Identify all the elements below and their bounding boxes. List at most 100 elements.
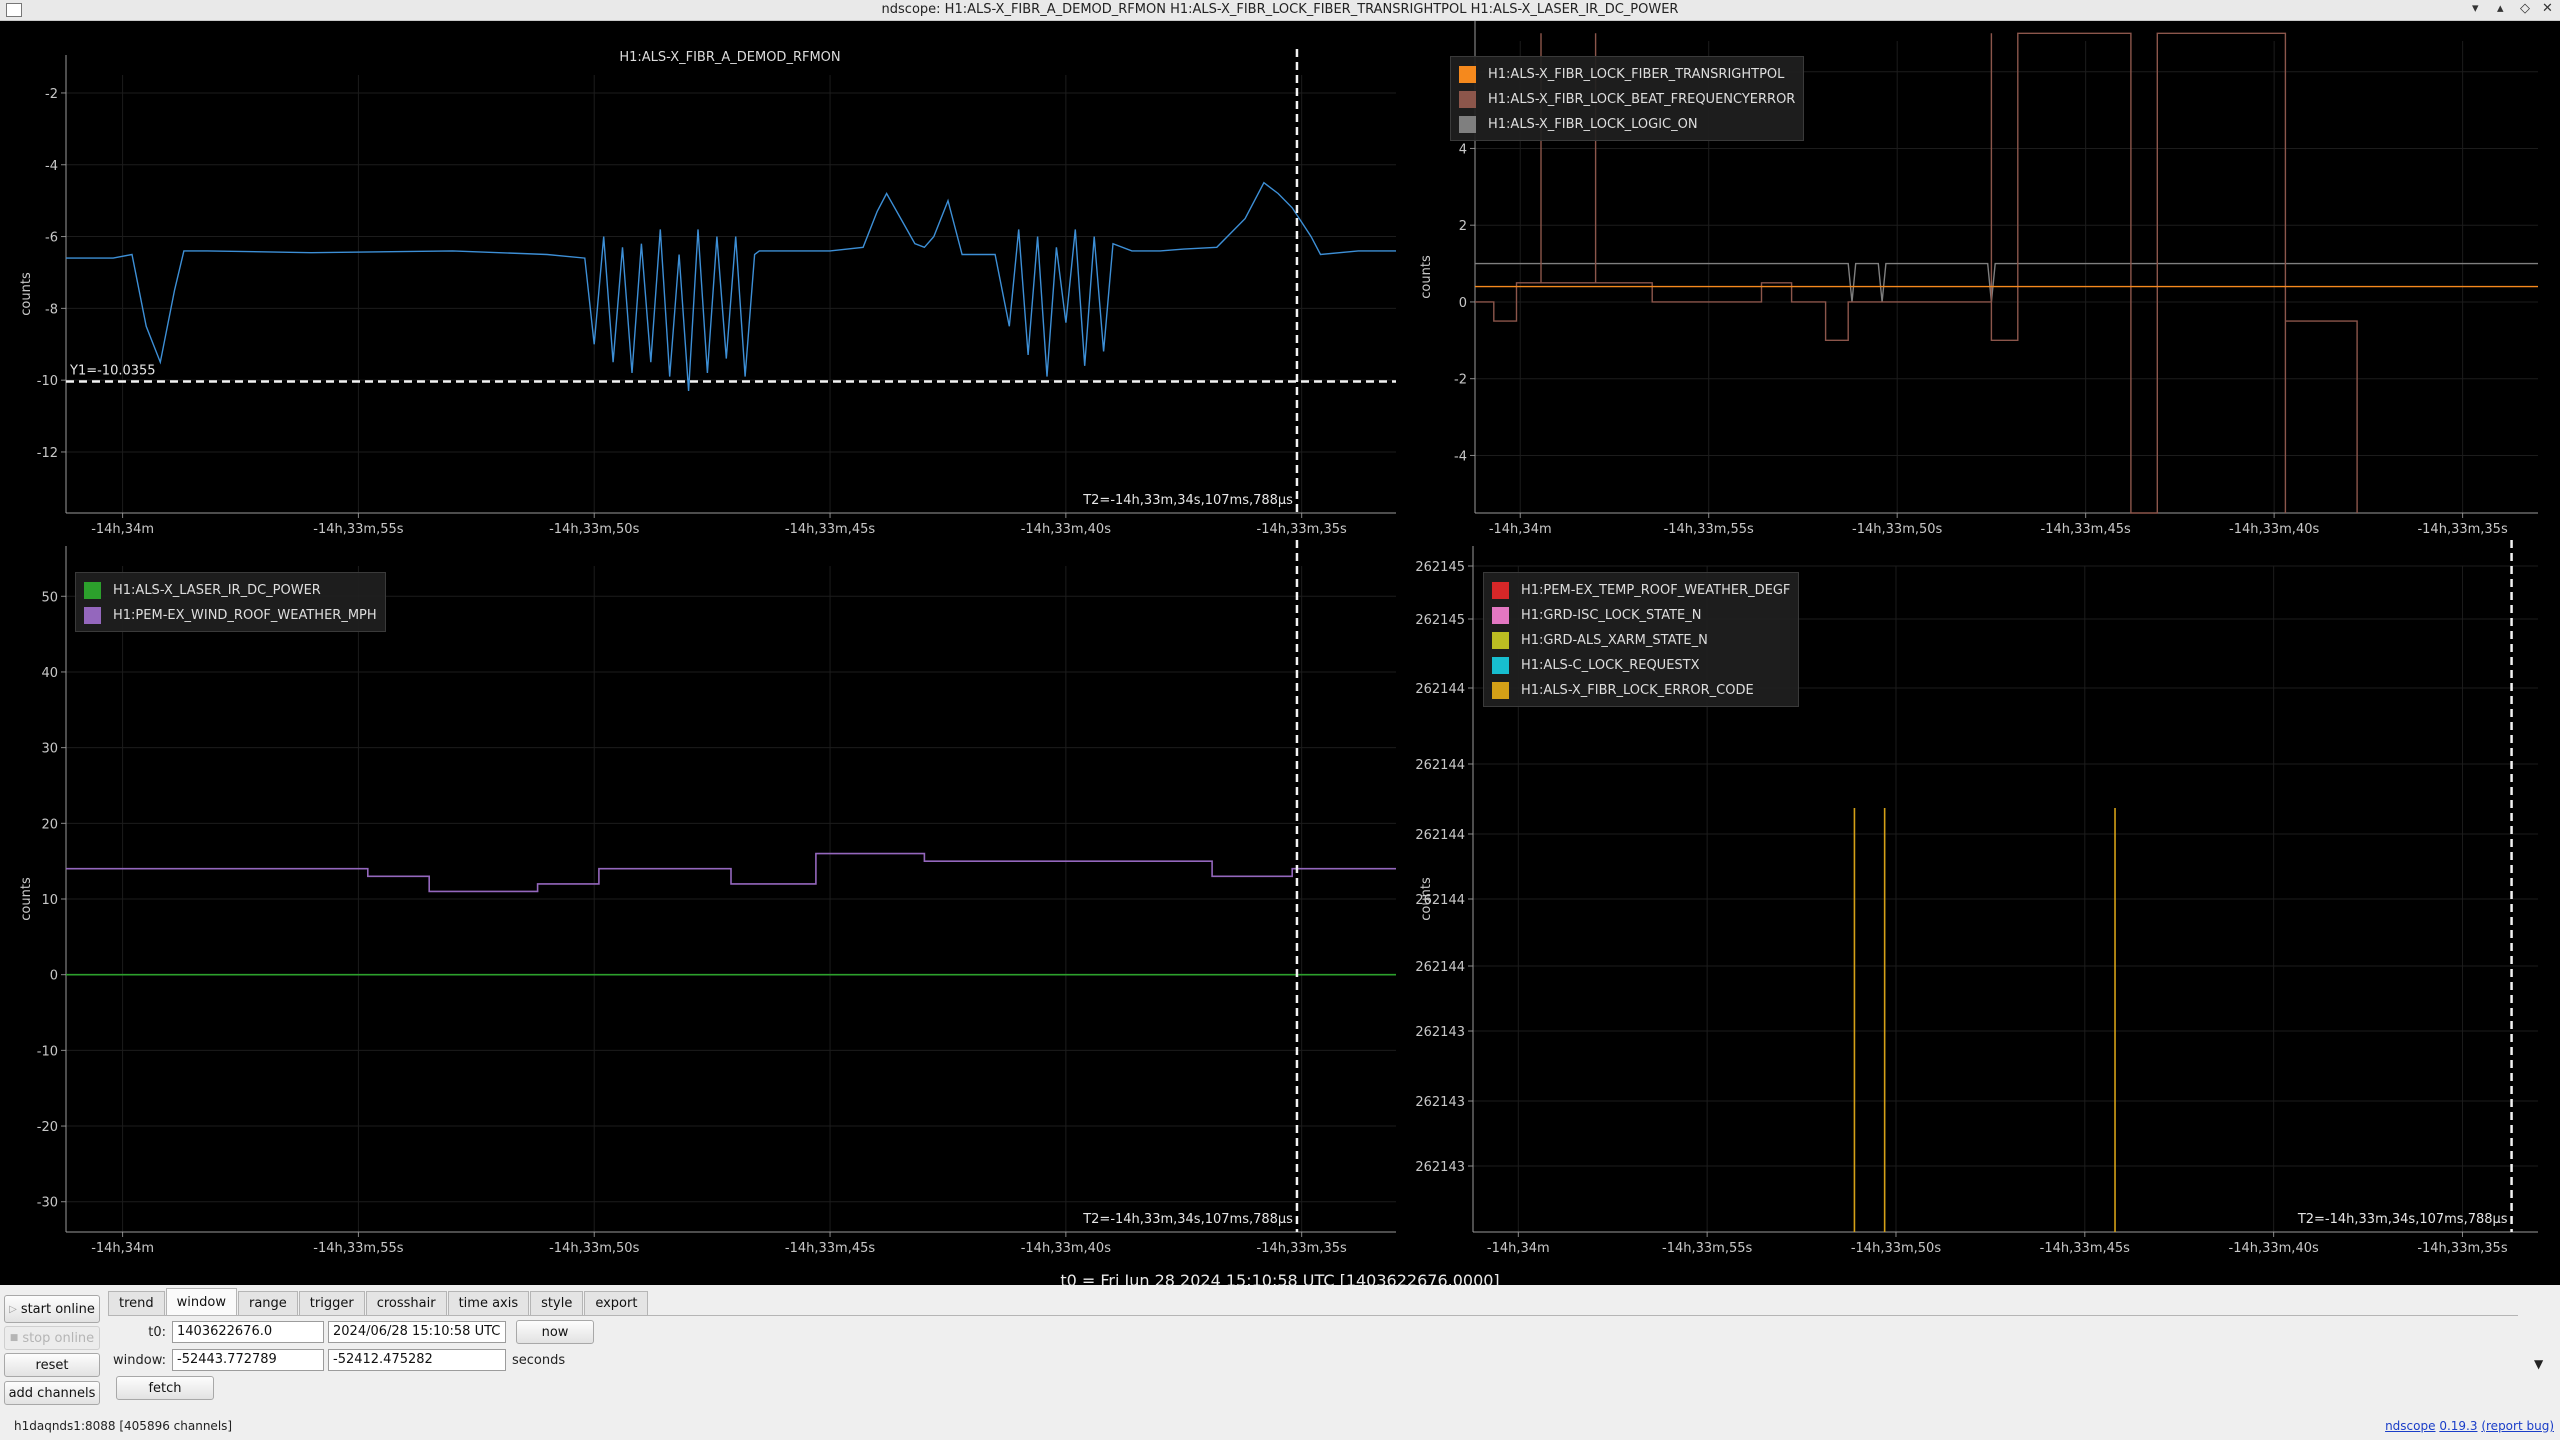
tab-range[interactable]: range [237, 1291, 298, 1315]
t0-utc-input[interactable]: 2024/06/28 15:10:58 UTC [328, 1321, 506, 1343]
legend-label: H1:GRD-ALS_XARM_STATE_N [1521, 633, 1708, 648]
legend-label: H1:PEM-EX_WIND_ROOF_WEATHER_MPH [113, 608, 377, 623]
y-axis-label: counts [19, 272, 34, 316]
server-label: h1daqnds1:8088 [14, 1419, 116, 1433]
stop-icon: ■ [9, 1333, 19, 1343]
legend-item[interactable]: H1:PEM-EX_TEMP_ROOF_WEATHER_DEGF [1492, 578, 1790, 603]
plot-rfmon[interactable]: -14h,34m -14h,33m,55s -14h,33m,50s -14h,33m… [0, 21, 1400, 546]
legend-item[interactable]: H1:ALS-C_LOCK_REQUESTX [1492, 653, 1790, 678]
cursor-y1-label: Y1=-10.0355 [69, 363, 156, 378]
tab-crosshair[interactable]: crosshair [365, 1291, 447, 1315]
t0-gps-input[interactable]: 1403622676.0 [172, 1321, 324, 1343]
x-tick-label: -14h,33m,40s [1021, 522, 1111, 537]
legend[interactable]: H1:ALS-X_FIBR_LOCK_FIBER_TRANSRIGHTPOL H… [1450, 56, 1805, 141]
x-tick-label: -14h,33m,35s [1257, 1241, 1347, 1256]
start-online-label: start online [20, 1301, 95, 1317]
legend-item[interactable]: H1:ALS-X_FIBR_LOCK_FIBER_TRANSRIGHTPOL [1459, 62, 1795, 87]
series-line [66, 181, 1396, 391]
plot-laser-wind-canvas[interactable]: -14h,34m -14h,33m,55s -14h,33m,50s -14h,33m… [0, 540, 1400, 1256]
x-tick-label: -14h,33m,55s [313, 522, 403, 537]
tab-style[interactable]: style [530, 1291, 584, 1315]
tab-window[interactable]: window [165, 1288, 237, 1315]
legend-label: H1:ALS-X_FIBR_LOCK_FIBER_TRANSRIGHTPOL [1488, 67, 1785, 82]
window-end-input[interactable]: -52412.475282 [328, 1349, 506, 1371]
x-tick-label: -14h,33m,45s [2040, 1241, 2130, 1256]
legend-item[interactable]: H1:ALS-X_FIBR_LOCK_LOGIC_ON [1459, 112, 1795, 137]
now-button[interactable]: now [516, 1320, 594, 1344]
start-online-button[interactable]: ▷ start online [4, 1295, 100, 1323]
y-axis-label: counts [1419, 255, 1434, 299]
legend-label: H1:ALS-X_FIBR_LOCK_LOGIC_ON [1488, 117, 1698, 132]
y-tick-label: -20 [37, 1120, 58, 1135]
legend-item[interactable]: H1:PEM-EX_WIND_ROOF_WEATHER_MPH [84, 603, 377, 628]
chevron-down-icon[interactable]: ▼ [2534, 1357, 2543, 1371]
x-tick-label: -14h,33m,35s [2417, 522, 2507, 537]
y-tick-label: 10 [41, 893, 58, 908]
x-tick-label: -14h,33m,50s [1852, 522, 1942, 537]
x-tick-label: -14h,33m,55s [1664, 522, 1754, 537]
plot-title: H1:ALS-X_FIBR_A_DEMOD_RFMON [619, 50, 840, 65]
y-tick-label: 30 [41, 742, 58, 757]
y-tick-label: -6 [45, 231, 58, 246]
plot-rfmon-canvas[interactable]: -14h,34m -14h,33m,55s -14h,33m,50s -14h,33m… [0, 21, 1400, 546]
play-icon: ▷ [9, 1303, 17, 1315]
legend[interactable]: H1:PEM-EX_TEMP_ROOF_WEATHER_DEGF H1:GRD-… [1483, 572, 1800, 707]
legend-swatch [1459, 116, 1476, 133]
y-tick-label: 0 [1459, 296, 1467, 311]
y-tick-label: 0 [50, 969, 58, 984]
legend-swatch [1492, 682, 1509, 699]
legend-label: H1:ALS-X_FIBR_LOCK_BEAT_FREQUENCYERROR [1488, 92, 1796, 107]
y-tick-label: -2 [45, 87, 58, 102]
cursor-t2-label: T2=-14h,33m,34s,107ms,788µs [2297, 1212, 2508, 1227]
tab-export[interactable]: export [584, 1291, 649, 1315]
tab-trigger[interactable]: trigger [298, 1291, 365, 1315]
minimize-button[interactable]: ▾ [2472, 1, 2479, 16]
x-tick-label: -14h,33m,45s [785, 1241, 875, 1256]
x-tick-label: -14h,33m,40s [1021, 1241, 1111, 1256]
x-tick-label: -14h,34m [1489, 522, 1552, 537]
series-line [66, 852, 1396, 893]
control-panel: ▷ start online ■ stop online reset add c… [0, 1285, 2560, 1440]
plot-fibr-lock[interactable]: -14h,34m -14h,33m,55s -14h,33m,50s -14h,33m… [1400, 21, 2560, 546]
y-tick-label: 262144 [1415, 828, 1465, 843]
y-tick-label: 4 [1459, 142, 1467, 157]
cursor-t2-label: T2=-14h,33m,34s,107ms,788µs [1082, 493, 1293, 508]
y-tick-label: -8 [45, 302, 58, 317]
y-tick-label: 50 [41, 590, 58, 605]
plot-state-codes[interactable]: -14h,34m -14h,33m,55s -14h,33m,50s -14h,33m… [1400, 540, 2560, 1256]
y-tick-label: 262144 [1415, 758, 1465, 773]
tab-trend[interactable]: trend [108, 1291, 165, 1315]
legend[interactable]: H1:ALS-X_LASER_IR_DC_POWER H1:PEM-EX_WIN… [75, 572, 386, 632]
restore-button[interactable]: ◇ [2520, 1, 2530, 16]
legend-item[interactable]: H1:ALS-X_LASER_IR_DC_POWER [84, 578, 377, 603]
x-tick-label: -14h,33m,40s [2229, 1241, 2319, 1256]
close-button[interactable]: ✕ [2542, 1, 2553, 16]
add-channels-button[interactable]: add channels [4, 1381, 100, 1405]
version-info: ndscope 0.19.3 (report bug) [2385, 1419, 2554, 1433]
channel-count: [405896 channels] [119, 1419, 233, 1433]
legend-item[interactable]: H1:ALS-X_FIBR_LOCK_ERROR_CODE [1492, 678, 1790, 703]
plot-laser-wind[interactable]: -14h,34m -14h,33m,55s -14h,33m,50s -14h,33m… [0, 540, 1400, 1256]
x-tick-label: -14h,33m,35s [2417, 1241, 2507, 1256]
legend-label: H1:ALS-X_LASER_IR_DC_POWER [113, 583, 321, 598]
x-tick-label: -14h,33m,40s [2229, 522, 2319, 537]
report-bug-link[interactable]: (report bug) [2481, 1419, 2554, 1433]
ndscope-link[interactable]: ndscope [2385, 1419, 2435, 1433]
x-tick-label: -14h,33m,45s [2041, 522, 2131, 537]
legend-label: H1:GRD-ISC_LOCK_STATE_N [1521, 608, 1702, 623]
legend-swatch [1492, 632, 1509, 649]
legend-item[interactable]: H1:GRD-ALS_XARM_STATE_N [1492, 628, 1790, 653]
seconds-label: seconds [512, 1353, 566, 1368]
stop-online-button[interactable]: ■ stop online [4, 1326, 100, 1350]
legend-label: H1:ALS-C_LOCK_REQUESTX [1521, 658, 1700, 673]
legend-label: H1:PEM-EX_TEMP_ROOF_WEATHER_DEGF [1521, 583, 1791, 598]
window-start-input[interactable]: -52443.772789 [172, 1349, 324, 1371]
reset-button[interactable]: reset [4, 1353, 100, 1377]
legend-item[interactable]: H1:GRD-ISC_LOCK_STATE_N [1492, 603, 1790, 628]
legend-item[interactable]: H1:ALS-X_FIBR_LOCK_BEAT_FREQUENCYERROR [1459, 87, 1795, 112]
version-link[interactable]: 0.19.3 [2439, 1419, 2477, 1433]
tab-time-axis[interactable]: time axis [447, 1291, 530, 1315]
fetch-button[interactable]: fetch [116, 1376, 214, 1400]
maximize-button[interactable]: ▴ [2497, 1, 2504, 16]
window-title: ndscope: H1:ALS-X_FIBR_A_DEMOD_RFMON H1:… [881, 2, 1679, 17]
